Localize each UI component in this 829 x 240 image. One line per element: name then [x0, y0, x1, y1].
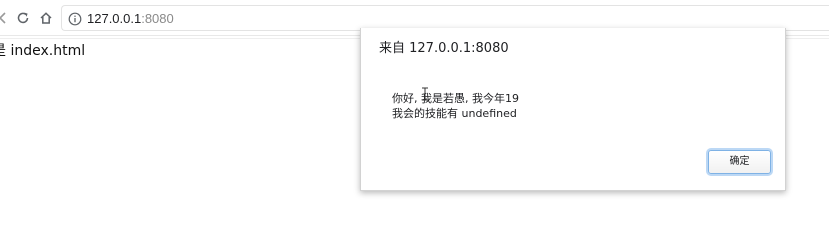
- address-url: 127.0.0.1:8080: [87, 11, 174, 26]
- dialog-message: 你好, 我是若愚, 我今年19 我会的技能有 undefined: [392, 92, 519, 120]
- info-icon[interactable]: [68, 11, 82, 26]
- address-port: :8080: [141, 11, 174, 26]
- home-icon[interactable]: [37, 9, 55, 27]
- page-body-text: 是 index.html: [0, 43, 86, 59]
- back-arrow-icon[interactable]: [0, 9, 12, 27]
- text-cursor-icon: [421, 86, 429, 101]
- address-host: 127.0.0.1: [87, 11, 142, 26]
- alert-dialog: 来自 127.0.0.1:8080 你好, 我是若愚, 我今年19 我会的技能有…: [360, 28, 786, 191]
- reload-icon[interactable]: [14, 9, 32, 27]
- dialog-title: 来自 127.0.0.1:8080: [379, 41, 509, 56]
- ok-button[interactable]: 确定: [708, 150, 771, 174]
- browser-window: 127.0.0.1:8080 是 index.html 来自 127.0.0.1…: [0, 0, 829, 212]
